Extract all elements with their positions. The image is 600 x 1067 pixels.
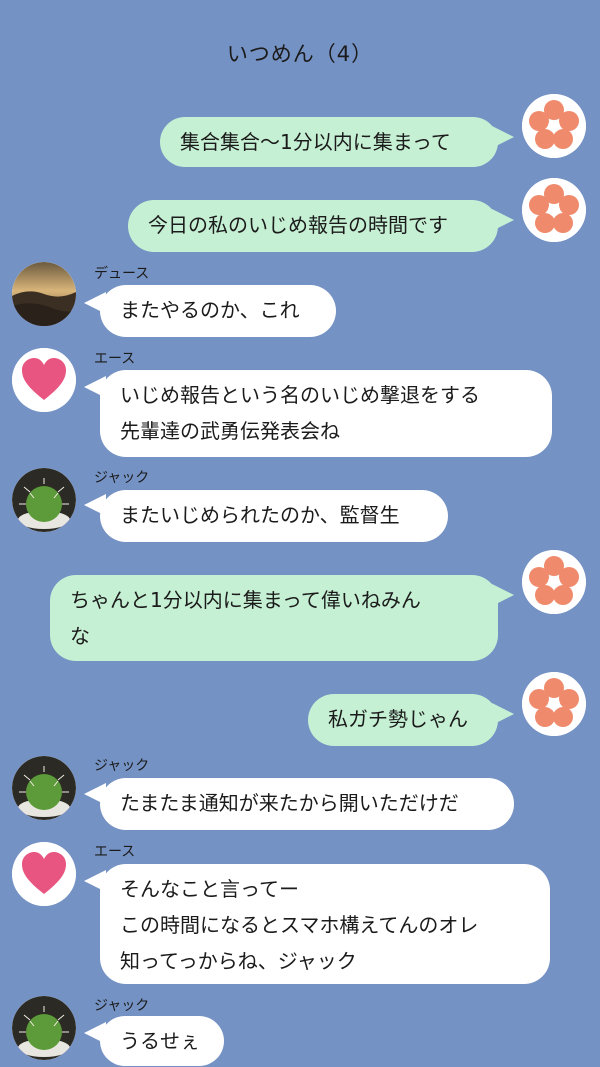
sender-name: デュース <box>94 266 150 282</box>
bubble-tail <box>492 209 514 231</box>
message-bubble[interactable]: いじめ報告という名のいじめ撃退をする 先輩達の武勇伝発表会ね <box>100 370 552 457</box>
sender-name: ジャック <box>94 998 150 1014</box>
message-bubble[interactable]: 今日の私のいじめ報告の時間です <box>128 200 498 252</box>
message-bubble[interactable]: たまたま通知が来たから開いただけだ <box>100 778 514 830</box>
message-line: たまたま通知が来たから開いただけだ <box>120 791 459 815</box>
heart-avatar[interactable] <box>12 348 76 412</box>
message-line: 私ガチ勢じゃん <box>328 707 468 731</box>
heart-icon <box>12 348 76 412</box>
landscape-avatar[interactable] <box>12 262 76 326</box>
message-bubble[interactable]: ちゃんと1分以内に集まって偉いねみん な <box>50 575 498 661</box>
message-bubble[interactable]: そんなこと言ってー この時間になるとスマホ構えてんのオレ 知ってっからね、ジャッ… <box>100 864 550 984</box>
message-line: 集合集合〜1分以内に集まって <box>180 130 451 154</box>
message-line: またいじめられたのか、監督生 <box>120 503 400 527</box>
chat-title: いつめん（4） <box>226 42 374 66</box>
flower-avatar[interactable] <box>522 550 586 614</box>
cactus-avatar <box>12 756 76 820</box>
flower-icon <box>522 178 586 242</box>
message-bubble[interactable]: うるせぇ <box>100 1016 224 1066</box>
message-line: またやるのか、これ <box>120 298 300 322</box>
cactus-avatar[interactable] <box>12 756 76 820</box>
bubble-tail <box>492 126 514 148</box>
flower-avatar[interactable] <box>522 94 586 158</box>
message-line: 知ってっからね、ジャック <box>120 949 357 973</box>
landscape-avatar <box>12 262 76 326</box>
flower-avatar[interactable] <box>522 178 586 242</box>
sender-name: エース <box>94 844 136 860</box>
sender-name: ジャック <box>94 758 150 774</box>
cactus-avatar <box>12 468 76 532</box>
cactus-avatar <box>12 996 76 1060</box>
sender-name: エース <box>94 351 136 367</box>
message-bubble[interactable]: またやるのか、これ <box>100 285 336 337</box>
flower-icon <box>522 94 586 158</box>
cactus-avatar[interactable] <box>12 996 76 1060</box>
bubble-tail <box>492 703 514 725</box>
message-line: な <box>70 624 90 648</box>
message-line: そんなこと言ってー <box>120 877 299 901</box>
message-bubble[interactable]: またいじめられたのか、監督生 <box>100 490 448 542</box>
flower-avatar[interactable] <box>522 672 586 736</box>
sender-name: ジャック <box>94 470 150 486</box>
cactus-avatar[interactable] <box>12 468 76 532</box>
message-bubble[interactable]: 集合集合〜1分以内に集まって <box>160 117 498 167</box>
message-line: いじめ報告という名のいじめ撃退をする <box>120 383 480 407</box>
bubble-tail <box>492 584 514 606</box>
message-bubble[interactable]: 私ガチ勢じゃん <box>308 694 498 746</box>
heart-icon <box>12 842 76 906</box>
message-line: ちゃんと1分以内に集まって偉いねみん <box>70 588 421 612</box>
message-line: うるせぇ <box>120 1029 200 1053</box>
message-line: 今日の私のいじめ報告の時間です <box>148 213 448 237</box>
flower-icon <box>522 550 586 614</box>
message-line: 先輩達の武勇伝発表会ね <box>120 419 340 443</box>
heart-avatar[interactable] <box>12 842 76 906</box>
message-line: この時間になるとスマホ構えてんのオレ <box>120 913 479 937</box>
flower-icon <box>522 672 586 736</box>
